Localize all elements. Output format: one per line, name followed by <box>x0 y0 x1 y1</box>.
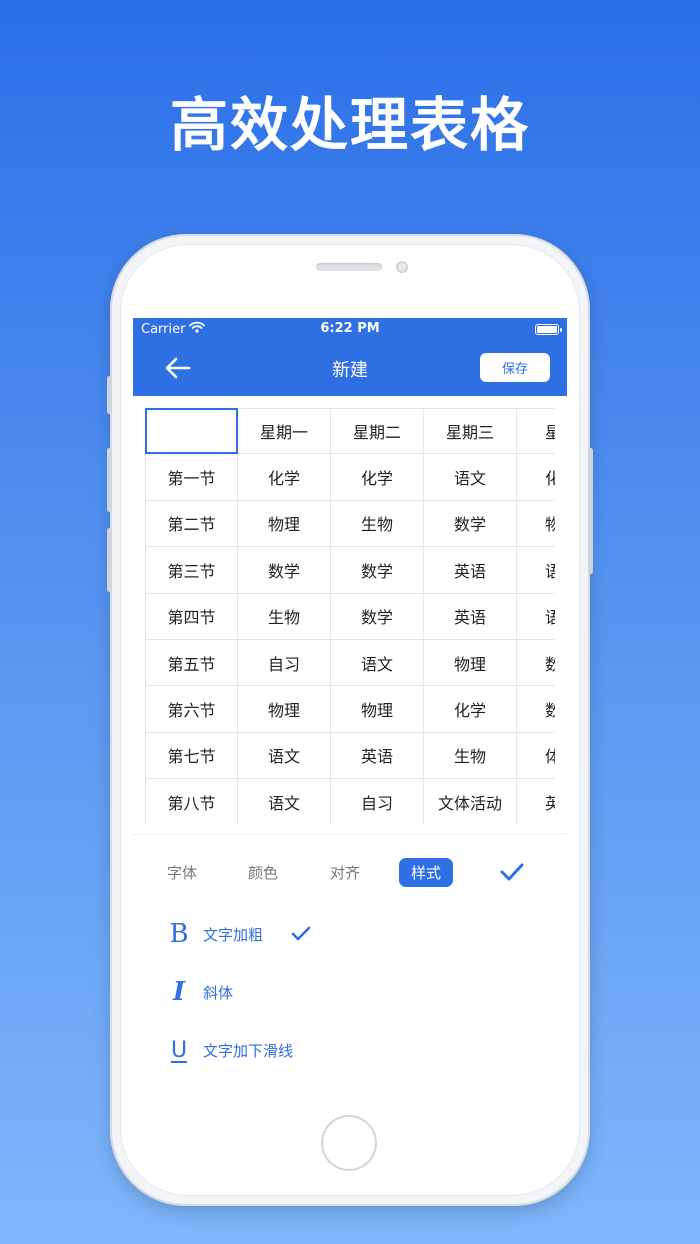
volume-up-button <box>107 448 112 512</box>
style-option-bold[interactable]: B 文字加粗 <box>167 919 311 949</box>
row-header-cell[interactable]: 第二节 <box>145 500 238 548</box>
table-cell[interactable]: 英语 <box>424 547 517 594</box>
table-cell[interactable]: 化 <box>517 454 555 501</box>
tab-font[interactable]: 字体 <box>167 862 197 883</box>
table-cell[interactable]: 化学 <box>331 454 424 501</box>
italic-icon: I <box>172 977 186 1007</box>
table-cell[interactable]: 语 <box>517 547 555 594</box>
row-header-cell[interactable]: 第五节 <box>145 639 238 687</box>
underline-icon: U <box>170 1037 188 1063</box>
battery-icon <box>535 323 562 335</box>
table-cell[interactable]: 数学 <box>331 593 424 640</box>
table-cell[interactable]: 英 <box>517 779 555 825</box>
earpiece-speaker <box>316 263 382 271</box>
table-cell[interactable]: 自习 <box>238 639 331 687</box>
home-button[interactable] <box>321 1115 377 1171</box>
table-cell[interactable]: 数 <box>517 686 555 733</box>
table-cell[interactable]: 语 <box>517 593 555 640</box>
save-button[interactable]: 保存 <box>480 353 550 382</box>
tab-color[interactable]: 颜色 <box>248 862 278 883</box>
header-cell[interactable]: 星期二 <box>331 408 424 455</box>
table-cell[interactable]: 数学 <box>238 547 331 594</box>
power-button <box>588 448 593 574</box>
confirm-button[interactable] <box>499 860 525 886</box>
timetable-grid: 星期一星期二星期三星期第一节化学化学语文化第二节物理生物数学物第三节数学数学英语… <box>145 408 555 825</box>
underline-label: 文字加下滑线 <box>203 1041 294 1060</box>
row-header-cell[interactable]: 第六节 <box>145 686 238 733</box>
timetable: 星期一星期二星期三星期第一节化学化学语文化第二节物理生物数学物第三节数学数学英语… <box>145 408 555 825</box>
table-cell[interactable]: 物理 <box>424 639 517 687</box>
bold-icon: B <box>169 919 189 949</box>
header-cell[interactable]: 星期三 <box>424 408 517 455</box>
table-cell[interactable]: 数学 <box>424 500 517 548</box>
table-cell[interactable]: 语文 <box>424 454 517 501</box>
table-cell[interactable]: 文体活动 <box>424 779 517 825</box>
nav-bar: 新建 保存 <box>133 340 567 396</box>
tab-style[interactable]: 样式 <box>399 858 454 887</box>
table-cell[interactable]: 物理 <box>238 686 331 733</box>
tab-align[interactable]: 对齐 <box>330 862 360 883</box>
table-cell[interactable]: 物 <box>517 500 555 548</box>
header-cell[interactable]: 星期一 <box>238 408 331 455</box>
table-cell[interactable]: 体 <box>517 732 555 780</box>
status-bar: Carrier 6:22 PM <box>133 318 567 340</box>
table-cell[interactable]: 物理 <box>331 686 424 733</box>
row-header-cell[interactable]: 第四节 <box>145 593 238 640</box>
table-cell[interactable]: 数学 <box>331 547 424 594</box>
checkmark-icon <box>500 863 524 880</box>
header-cell[interactable]: 星期 <box>517 408 555 455</box>
table-cell[interactable]: 数 <box>517 639 555 687</box>
table-cell[interactable]: 生物 <box>331 500 424 548</box>
table-cell[interactable]: 英语 <box>424 593 517 640</box>
row-header-cell[interactable]: 第一节 <box>145 454 238 501</box>
divider <box>133 834 567 835</box>
bold-label: 文字加粗 <box>203 925 264 944</box>
row-header-cell[interactable]: 第三节 <box>145 547 238 594</box>
row-header-cell[interactable]: 第八节 <box>145 779 238 825</box>
style-option-italic[interactable]: I 斜体 <box>167 977 234 1007</box>
front-camera <box>396 261 408 273</box>
status-time: 6:22 PM <box>320 321 380 336</box>
table-cell[interactable]: 生物 <box>238 593 331 640</box>
corner-cell[interactable] <box>145 408 238 455</box>
mute-switch <box>107 376 112 414</box>
italic-label: 斜体 <box>203 983 234 1002</box>
table-cell[interactable]: 生物 <box>424 732 517 780</box>
style-option-underline[interactable]: U 文字加下滑线 <box>167 1036 293 1064</box>
table-cell[interactable]: 语文 <box>238 779 331 825</box>
table-cell[interactable]: 物理 <box>238 500 331 548</box>
row-header-cell[interactable]: 第七节 <box>145 732 238 780</box>
table-cell[interactable]: 语文 <box>331 639 424 687</box>
table-cell[interactable]: 语文 <box>238 732 331 780</box>
format-toolbar: 字体 颜色 对齐 样式 <box>133 858 567 888</box>
volume-down-button <box>107 528 112 592</box>
promo-title: 高效处理表格 <box>169 91 530 159</box>
table-cell[interactable]: 化学 <box>424 686 517 733</box>
table-cell[interactable]: 化学 <box>238 454 331 501</box>
app-screen: Carrier 6:22 PM 新建 保存 星期一星期二星期三星期第一节化学化学… <box>133 318 567 1098</box>
bold-check-icon <box>291 926 311 941</box>
table-cell[interactable]: 英语 <box>331 732 424 780</box>
table-cell[interactable]: 自习 <box>331 779 424 825</box>
